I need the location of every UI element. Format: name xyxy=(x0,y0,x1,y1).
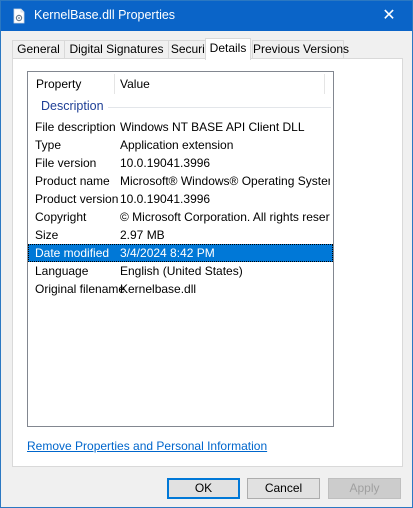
group-label: Description xyxy=(41,99,104,113)
tab-general[interactable]: General xyxy=(12,40,65,59)
property-value: Microsoft® Windows® Operating System xyxy=(120,174,330,188)
property-name: Language xyxy=(35,264,89,278)
close-button[interactable]: ✕ xyxy=(366,1,412,31)
property-name: Type xyxy=(35,138,62,152)
property-value: Kernelbase.dll xyxy=(120,282,197,296)
tab-details[interactable]: Details xyxy=(205,38,251,60)
list-header: Property Value xyxy=(28,72,333,97)
property-name: File version xyxy=(35,156,97,170)
details-list[interactable]: Property Value Description File descript… xyxy=(27,71,334,427)
property-value: 10.0.19041.3996 xyxy=(120,156,211,170)
column-header-value[interactable]: Value xyxy=(114,72,150,97)
ok-button[interactable]: OK xyxy=(167,478,240,499)
list-item[interactable]: Size 2.97 MB xyxy=(28,226,333,244)
group-header-description[interactable]: Description xyxy=(28,98,333,116)
dll-file-icon xyxy=(13,8,25,24)
property-value: 2.97 MB xyxy=(120,228,165,242)
list-item[interactable]: File version 10.0.19041.3996 xyxy=(28,154,333,172)
tab-digital-signatures[interactable]: Digital Signatures xyxy=(64,40,169,59)
property-name: Product version xyxy=(35,192,119,206)
window-title: KernelBase.dll Properties xyxy=(34,8,176,22)
list-item[interactable]: Copyright © Microsoft Corporation. All r… xyxy=(28,208,333,226)
list-item[interactable]: Product name Microsoft® Windows® Operati… xyxy=(28,172,333,190)
list-item[interactable]: File description Windows NT BASE API Cli… xyxy=(28,118,333,136)
property-name: Product name xyxy=(35,174,110,188)
apply-button[interactable]: Apply xyxy=(328,478,401,499)
column-header-property[interactable]: Property xyxy=(30,72,81,97)
list-item-selected[interactable]: Date modified 3/4/2024 8:42 PM xyxy=(28,244,333,262)
tab-previous-versions[interactable]: Previous Versions xyxy=(252,40,349,59)
details-panel: Property Value Description File descript… xyxy=(12,58,403,467)
title-bar[interactable]: KernelBase.dll Properties ✕ xyxy=(1,1,412,31)
cancel-button[interactable]: Cancel xyxy=(247,478,320,499)
list-item[interactable]: Type Application extension xyxy=(28,136,333,154)
property-value: Windows NT BASE API Client DLL xyxy=(120,120,305,134)
property-name: Size xyxy=(35,228,59,242)
property-name: Date modified xyxy=(35,246,110,260)
list-item[interactable]: Original filename Kernelbase.dll xyxy=(28,280,333,298)
remove-properties-link[interactable]: Remove Properties and Personal Informati… xyxy=(27,439,267,453)
property-value: English (United States) xyxy=(120,264,243,278)
property-name: Copyright xyxy=(35,210,87,224)
property-value: 10.0.19041.3996 xyxy=(120,192,211,206)
column-divider[interactable] xyxy=(324,74,325,94)
property-value: 3/4/2024 8:42 PM xyxy=(120,246,215,260)
properties-dialog: KernelBase.dll Properties ✕ General Digi… xyxy=(0,0,413,508)
property-value: Application extension xyxy=(120,138,234,152)
property-rows: File description Windows NT BASE API Cli… xyxy=(28,118,333,298)
property-name: Original filename xyxy=(35,282,126,296)
group-divider xyxy=(108,107,331,108)
list-item[interactable]: Product version 10.0.19041.3996 xyxy=(28,190,333,208)
list-item[interactable]: Language English (United States) xyxy=(28,262,333,280)
property-name: File description xyxy=(35,120,116,134)
property-value: © Microsoft Corporation. All rights rese… xyxy=(120,210,330,224)
